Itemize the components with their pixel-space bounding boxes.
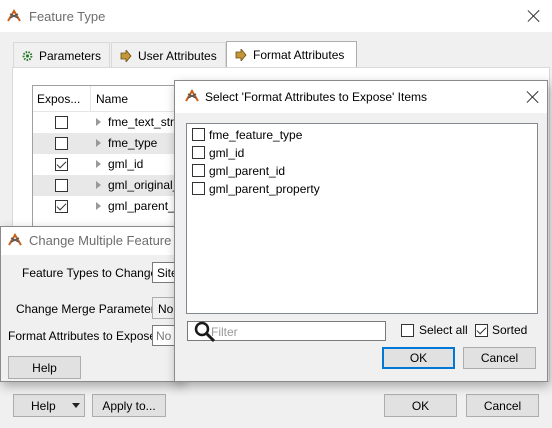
help-label: Help [31,398,56,413]
fme-logo-icon [7,9,21,22]
tab-parameters[interactable]: Parameters [13,42,110,68]
help-button[interactable]: Help [8,356,81,379]
table-row[interactable]: gml_original_ [33,175,181,196]
items-list[interactable]: fme_feature_type gml_id gml_parent_id gm… [186,123,538,314]
fme-logo-icon [185,89,199,102]
column-divider [90,86,91,112]
item-checkbox[interactable] [192,182,205,195]
sorted-label: Sorted [492,323,528,337]
close-icon[interactable] [526,90,540,104]
grid-header: Expos... Name [33,86,181,112]
item-label: gml_parent_property [209,182,320,196]
attribute-name: gml_parent_i [108,199,178,213]
tab-label: Format Attributes [253,48,345,62]
title-bar: Feature Type [0,0,552,32]
apply-to-button[interactable]: Apply to... [92,394,166,417]
expose-checkbox[interactable] [55,179,68,192]
field-value: No [158,302,174,316]
fme-logo-icon [8,233,22,246]
tab-user-attributes[interactable]: User Attributes [111,42,226,68]
expand-arrow-icon[interactable] [96,202,101,210]
tab-format-attributes[interactable]: Format Attributes [226,41,357,68]
attribute-name: fme_text_stri [108,115,177,129]
table-row[interactable]: gml_parent_i [33,196,181,217]
tab-label: User Attributes [138,48,217,63]
expose-checkbox[interactable] [55,158,68,171]
change-multiple-dialog: Change Multiple Feature Ty Feature Types… [0,226,192,382]
dialog-title: Select 'Format Attributes to Expose' Ite… [205,90,428,104]
expand-arrow-icon[interactable] [96,139,101,147]
help-label: Help [32,360,57,375]
cancel-label: Cancel [483,398,522,413]
filter-placeholder: Filter [211,325,238,339]
field-label: Change Merge Parameters: [16,302,165,316]
ok-button[interactable]: OK [384,394,457,417]
field-label: Feature Types to Change: [22,266,161,280]
table-row[interactable]: gml_id [33,154,181,175]
close-icon[interactable] [527,9,541,23]
dialog-titlebar: Change Multiple Feature Ty [1,227,188,255]
cancel-button[interactable]: Cancel [466,394,539,417]
filter-input[interactable]: Filter [187,321,386,343]
ok-button[interactable]: OK [382,347,455,369]
expand-arrow-icon[interactable] [96,160,101,168]
ok-label: OK [409,351,428,365]
expand-arrow-icon[interactable] [96,118,101,126]
attribute-name: gml_original_ [108,178,180,192]
list-item[interactable]: gml_parent_id [187,162,537,180]
dialog-titlebar: Select 'Format Attributes to Expose' Ite… [175,81,547,113]
attributes-grid[interactable]: Expos... Name fme_text_stri fme_type gml… [32,85,182,230]
item-checkbox[interactable] [192,164,205,177]
item-checkbox[interactable] [192,128,205,141]
dialog-title: Change Multiple Feature Ty [29,233,189,248]
table-row[interactable]: fme_type [33,133,181,154]
arrow-right-icon [235,49,247,61]
window-title: Feature Type [29,9,106,24]
table-row[interactable]: fme_text_stri [33,112,181,133]
expose-checkbox[interactable] [55,137,68,150]
chevron-down-icon [72,403,80,408]
expose-checkbox[interactable] [55,116,68,129]
expose-checkbox[interactable] [55,200,68,213]
item-label: fme_feature_type [209,128,303,142]
attribute-name: gml_id [108,157,144,171]
cancel-button[interactable]: Cancel [463,347,536,369]
field-label: Format Attributes to Expose: [8,329,160,343]
sorted-checkbox[interactable] [475,324,488,337]
gear-icon [22,50,33,61]
select-items-dialog: Select 'Format Attributes to Expose' Ite… [174,80,548,382]
ok-label: OK [411,398,430,413]
help-button[interactable]: Help [13,394,85,417]
column-name[interactable]: Name [96,92,128,106]
list-item[interactable]: gml_parent_property [187,180,537,198]
cancel-label: Cancel [480,351,519,365]
column-expose[interactable]: Expos... [37,92,80,106]
item-checkbox[interactable] [192,146,205,159]
attribute-name: fme_type [108,136,158,150]
expand-arrow-icon[interactable] [96,181,101,189]
select-all-checkbox[interactable] [401,324,414,337]
apply-label: Apply to... [102,398,156,413]
item-label: gml_id [209,146,245,160]
list-item[interactable]: fme_feature_type [187,126,537,144]
select-all-label: Select all [419,323,468,337]
item-label: gml_parent_id [209,164,286,178]
list-item[interactable]: gml_id [187,144,537,162]
tab-label: Parameters [38,48,101,63]
arrow-right-icon [120,49,132,62]
